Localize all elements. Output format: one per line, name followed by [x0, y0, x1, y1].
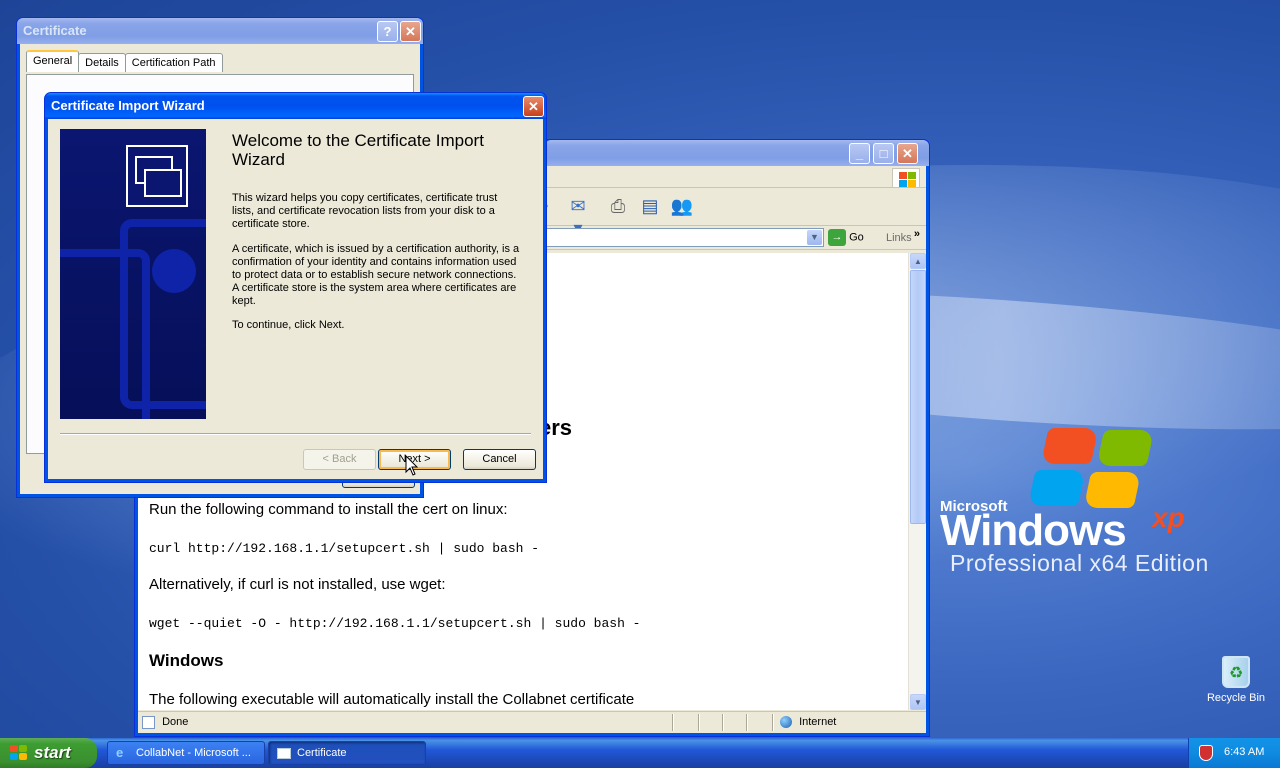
- back-button[interactable]: < Back: [303, 449, 376, 470]
- windows-heading: Windows: [149, 651, 224, 670]
- go-button[interactable]: → Go: [828, 229, 864, 246]
- help-button[interactable]: ?: [377, 21, 398, 42]
- recycle-bin[interactable]: Recycle Bin: [1196, 656, 1276, 704]
- vertical-scrollbar[interactable]: ▲ ▼: [908, 253, 926, 710]
- cancel-button[interactable]: Cancel: [463, 449, 536, 470]
- start-label: start: [34, 743, 71, 762]
- task-label: Certificate: [297, 747, 347, 759]
- maximize-button[interactable]: □: [873, 143, 894, 164]
- import-wizard-window[interactable]: Certificate Import Wizard ✕ Welcome to t…: [44, 92, 547, 483]
- windows-throbber-icon: [892, 168, 920, 188]
- windows-flag-icon: [1027, 428, 1158, 508]
- system-tray: 6:43 AM: [1188, 738, 1280, 768]
- links-toolbar[interactable]: Links: [886, 232, 912, 244]
- wizard-paragraph: To continue, click Next.: [232, 319, 345, 331]
- wget-command: wget --quiet -O - http://192.168.1.1/set…: [149, 616, 641, 631]
- wizard-body: Welcome to the Certificate Import Wizard…: [48, 119, 543, 479]
- linux-command: curl http://192.168.1.1/setupcert.sh | s…: [149, 541, 540, 556]
- logo-version: xp: [1152, 502, 1185, 533]
- tab-general[interactable]: General: [26, 50, 80, 72]
- ie-icon: e: [116, 745, 124, 760]
- tab-certification-path[interactable]: Certification Path: [124, 53, 223, 72]
- banner-shape: [152, 249, 196, 293]
- status-divider: [772, 714, 774, 731]
- wizard-titlebar[interactable]: Certificate Import Wizard ✕: [45, 93, 546, 119]
- security-zone: Internet: [780, 716, 837, 729]
- task-button-certificate[interactable]: Certificate: [268, 741, 426, 765]
- internet-globe-icon: [780, 716, 792, 729]
- task-label: CollabNet - Microsoft ...: [136, 747, 251, 759]
- windows-text: The following executable will automatica…: [149, 691, 635, 708]
- certificate-icon: [126, 145, 188, 207]
- browser-titlebar[interactable]: _ □ ✕: [545, 140, 929, 166]
- close-button[interactable]: ✕: [400, 21, 421, 42]
- logo-product: Windows: [940, 506, 1127, 555]
- scroll-down-icon[interactable]: ▼: [910, 694, 926, 710]
- recycle-bin-label: Recycle Bin: [1206, 692, 1266, 704]
- clock[interactable]: 6:43 AM: [1224, 746, 1264, 758]
- close-button[interactable]: ✕: [523, 96, 544, 117]
- linux-instruction: Run the following command to install the…: [149, 501, 508, 518]
- minimize-button[interactable]: _: [849, 143, 870, 164]
- certificate-titlebar[interactable]: Certificate ? ✕: [17, 18, 423, 44]
- button-separator: [60, 433, 531, 435]
- messenger-icon[interactable]: 👥: [670, 195, 694, 217]
- close-button[interactable]: ✕: [897, 143, 918, 164]
- task-button-collabnet[interactable]: e CollabNet - Microsoft ...: [107, 741, 265, 765]
- status-divider: [672, 714, 674, 731]
- page-done-icon: [142, 716, 155, 729]
- mail-icon[interactable]: ✉▾: [566, 195, 590, 238]
- tab-details[interactable]: Details: [78, 53, 126, 72]
- start-button[interactable]: start: [0, 738, 97, 768]
- edit-icon[interactable]: ▤: [638, 195, 662, 217]
- status-bar: Done Internet: [138, 711, 926, 733]
- window-icon: [277, 748, 291, 759]
- window-title: Certificate Import Wizard: [51, 98, 205, 113]
- chevron-icon[interactable]: »: [914, 228, 920, 240]
- address-dropdown-icon[interactable]: ▼: [807, 230, 822, 245]
- scroll-thumb[interactable]: [910, 270, 926, 524]
- banner-shape: [120, 219, 206, 409]
- taskbar: start e CollabNet - Microsoft ... Certif…: [0, 738, 1280, 768]
- windows-logo-icon: [10, 745, 28, 761]
- status-divider: [722, 714, 724, 731]
- windows-xp-logo: Microsoft Windows xp Professional x64 Ed…: [930, 420, 1270, 590]
- mouse-cursor-icon: [405, 455, 419, 476]
- tab-strip: General Details Certification Path: [26, 50, 223, 74]
- recycle-bin-icon: [1222, 656, 1250, 688]
- status-divider: [746, 714, 748, 731]
- go-label: Go: [849, 231, 864, 244]
- security-shield-icon[interactable]: [1199, 745, 1213, 761]
- scroll-up-icon[interactable]: ▲: [910, 253, 926, 269]
- wizard-paragraph: A certificate, which is issued by a cert…: [232, 243, 520, 307]
- wizard-heading: Welcome to the Certificate Import Wizard: [232, 131, 484, 169]
- wizard-paragraph: This wizard helps you copy certificates,…: [232, 192, 498, 230]
- zone-label: Internet: [799, 716, 837, 728]
- alt-instruction: Alternatively, if curl is not installed,…: [149, 576, 446, 593]
- status-text: Done: [162, 716, 189, 729]
- logo-edition: Professional x64 Edition: [950, 550, 1209, 576]
- window-title: Certificate: [23, 23, 87, 38]
- wizard-banner-image: [60, 129, 206, 419]
- go-arrow-icon: →: [828, 229, 846, 246]
- print-icon[interactable]: ⎙: [606, 195, 630, 217]
- status-divider: [698, 714, 700, 731]
